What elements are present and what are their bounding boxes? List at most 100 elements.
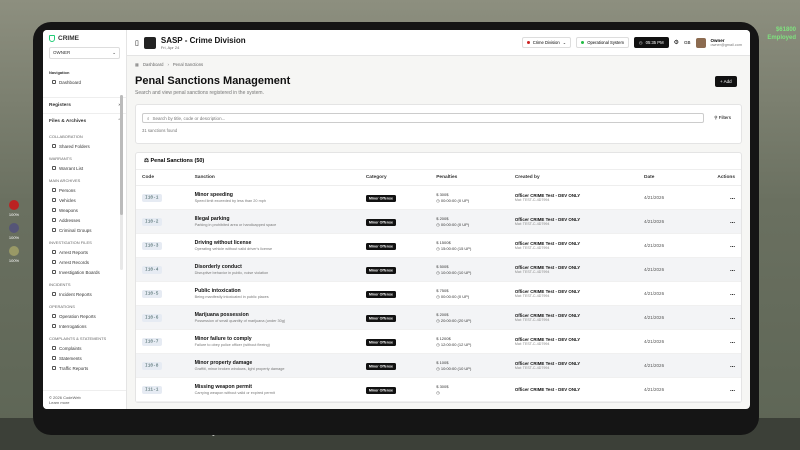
sanction-name: Minor property damage: [194, 360, 253, 366]
category-badge: Minor Offense: [365, 386, 396, 394]
more-actions-button[interactable]: ...: [698, 267, 735, 273]
system-status-text: Operational System: [587, 40, 624, 45]
table-row[interactable]: I10-5 Public intoxication Being manifestly…: [136, 281, 741, 306]
language-switch[interactable]: GB: [684, 40, 691, 45]
code-cell: I10-2: [136, 209, 189, 234]
more-actions-button[interactable]: ...: [698, 387, 735, 393]
sanction-description: Carrying weapon without valid or expired…: [194, 391, 275, 395]
more-actions-button[interactable]: ...: [698, 243, 735, 249]
sanction-description: Speed limit exceeded by less than 20 mph: [194, 199, 266, 203]
learn-more-link[interactable]: Learn more: [49, 400, 120, 405]
sidebar-scrollbar[interactable]: [120, 95, 123, 270]
table-body: I10-1 Minor speeding Speed limit exceeded …: [136, 185, 741, 402]
criminal-groups-icon: [52, 228, 56, 232]
sanction-description: Graffiti, minor broken windows, light pr…: [194, 367, 285, 371]
table-row[interactable]: I10-7 Minor failure to comply Failure to o…: [136, 329, 741, 354]
current-date: Fri, Apr 24: [160, 44, 180, 50]
sanction-code: I10-7: [142, 338, 162, 346]
sidebar-item-addresses[interactable]: Addresses: [49, 215, 120, 225]
user-block[interactable]: Owner owner@gmail.com: [711, 38, 743, 47]
sanction-cell: Disorderly conduct Disruptive behavior in…: [188, 257, 360, 282]
creator-matricule: Mat: TEST-C-4D7994: [514, 198, 550, 202]
sidebar-item-arrest-reports[interactable]: Arrest Reports: [49, 247, 120, 257]
sidebar-item-arrest-records[interactable]: Arrest Records: [49, 257, 120, 267]
traffic-reports-icon: [52, 366, 56, 370]
date-cell: 4/21/2026: [638, 233, 692, 258]
code-cell: I10-8: [136, 353, 189, 378]
sidebar-item-shared-folders[interactable]: Shared Folders: [49, 141, 120, 151]
shared-folders-icon: [52, 144, 56, 148]
category-badge: Minor Offense: [365, 266, 396, 274]
sidebar-item-persons[interactable]: Persons: [49, 185, 120, 195]
category-cell: Minor Offense: [359, 257, 431, 282]
add-button[interactable]: + Add: [715, 76, 737, 87]
sidebar: CRIME OWNER ⌄ Navigation Dashboard Regis…: [43, 30, 127, 409]
table-title: ⚖ Penal Sanctions (50): [136, 153, 741, 170]
more-actions-button[interactable]: ...: [698, 315, 735, 321]
sidebar-item-warrant-list[interactable]: Warrant List: [49, 163, 120, 173]
sanction-cell: Minor property damage Graffiti, minor bro…: [188, 353, 360, 378]
system-status-badge: Operational System: [576, 37, 629, 48]
hud-status-panel: 100% 100% 100%: [7, 200, 21, 269]
code-cell: I10-4: [136, 257, 189, 282]
table-row[interactable]: I10-3 Driving without license Operating ve…: [136, 233, 741, 258]
more-actions-button[interactable]: ...: [698, 363, 735, 369]
created-by-cell: Officer CRIME Test - DEV ONLY Mat: TEST-C…: [508, 257, 639, 282]
avatar[interactable]: [695, 37, 706, 48]
more-actions-button[interactable]: ...: [698, 195, 735, 201]
search-input[interactable]: ⌕ Search by title, code or description..…: [142, 113, 705, 123]
operation-reports-icon: [52, 314, 56, 318]
creator-matricule: Mat: TEST-C-4D7994: [514, 294, 550, 298]
sidebar-section-registers[interactable]: Registers ›: [43, 97, 126, 113]
code-cell: I10-1: [136, 185, 189, 210]
filters-button[interactable]: ⚲ Filters: [710, 113, 735, 123]
sidebar-group-label: INVESTIGATION FILES: [49, 240, 92, 245]
arrest-records-icon: [52, 260, 56, 264]
division-logo: [143, 36, 156, 49]
sidebar-item-traffic-reports[interactable]: Traffic Reports: [49, 363, 120, 373]
investigation-boards-icon: [52, 270, 56, 274]
sidebar-item-incident-reports[interactable]: Incident Reports: [49, 289, 120, 299]
sanction-description: Parking in prohibited area or handicappe…: [194, 223, 277, 227]
sidebar-item-operation-reports[interactable]: Operation Reports: [49, 311, 120, 321]
creator-name: Officer CRIME Test - DEV ONLY: [514, 387, 581, 392]
sidebar-item-vehicles[interactable]: Vehicles: [49, 195, 120, 205]
sidebar-item-dashboard[interactable]: Dashboard: [49, 77, 120, 87]
sidebar-navigation: Navigation Dashboard: [43, 65, 126, 87]
more-actions-button[interactable]: ...: [698, 291, 735, 297]
jail-time-text: 20:00:00 (20 UP): [440, 317, 472, 323]
sidebar-item-interrogations[interactable]: Interrogations: [49, 321, 120, 331]
table-row[interactable]: I10-6 Marijuana possession Possession of s…: [136, 305, 741, 330]
more-actions-button[interactable]: ...: [698, 219, 735, 225]
sidebar-item-statements[interactable]: Statements: [49, 353, 120, 363]
tablet-screen: CRIME OWNER ⌄ Navigation Dashboard Regis…: [43, 30, 750, 409]
sidebar-item-criminal-groups[interactable]: Criminal Groups: [49, 225, 120, 235]
table-row[interactable]: I11-1 Missing weapon permit Carrying weapo…: [136, 377, 741, 402]
table-row[interactable]: I10-4 Disorderly conduct Disruptive behavi…: [136, 257, 741, 282]
date-cell: 4/21/2026: [638, 377, 692, 402]
created-by-cell: Officer CRIME Test - DEV ONLY Mat: TEST-C…: [508, 185, 639, 210]
sidebar-item-label: Criminal Groups: [59, 227, 92, 233]
table-row[interactable]: I10-8 Minor property damage Graffiti, mino…: [136, 353, 741, 378]
table-row[interactable]: I10-2 Illegal parking Parking in prohibite…: [136, 209, 741, 234]
sidebar-item-complaints[interactable]: Complaints: [49, 343, 120, 353]
date-cell: 4/21/2026: [638, 209, 692, 234]
sidebar-item-investigation-boards[interactable]: Investigation Boards: [49, 267, 120, 277]
role-select[interactable]: OWNER ⌄: [49, 47, 120, 59]
sidebar-footer: © 2026 CodeWeb Learn more: [43, 390, 126, 409]
sidebar-section-files[interactable]: Files & Archives ˆ: [43, 113, 126, 129]
created-by-cell: Officer CRIME Test - DEV ONLY Mat: TEST-C…: [508, 281, 639, 306]
sidebar-toggle-icon[interactable]: ▯: [135, 39, 139, 47]
jail-time: ◷ 00:00:00 (0 UP): [436, 198, 503, 204]
table-row[interactable]: I10-1 Minor speeding Speed limit exceeded …: [136, 185, 741, 210]
actions-cell: ...: [691, 353, 741, 378]
sidebar-scrollbar-thumb[interactable]: [120, 95, 123, 215]
settings-icon[interactable]: ⚙: [674, 39, 679, 46]
jail-time: ◷: [436, 390, 503, 396]
division-select[interactable]: Crime Division ⌄: [521, 37, 572, 48]
sidebar-item-weapons[interactable]: Weapons: [49, 205, 120, 215]
more-actions-button[interactable]: ...: [698, 339, 735, 345]
table-header-row: Code Sanction Category Penalties Created by D…: [136, 170, 741, 186]
code-cell: I10-7: [136, 329, 189, 354]
breadcrumb-dashboard[interactable]: Dashboard: [143, 62, 164, 67]
